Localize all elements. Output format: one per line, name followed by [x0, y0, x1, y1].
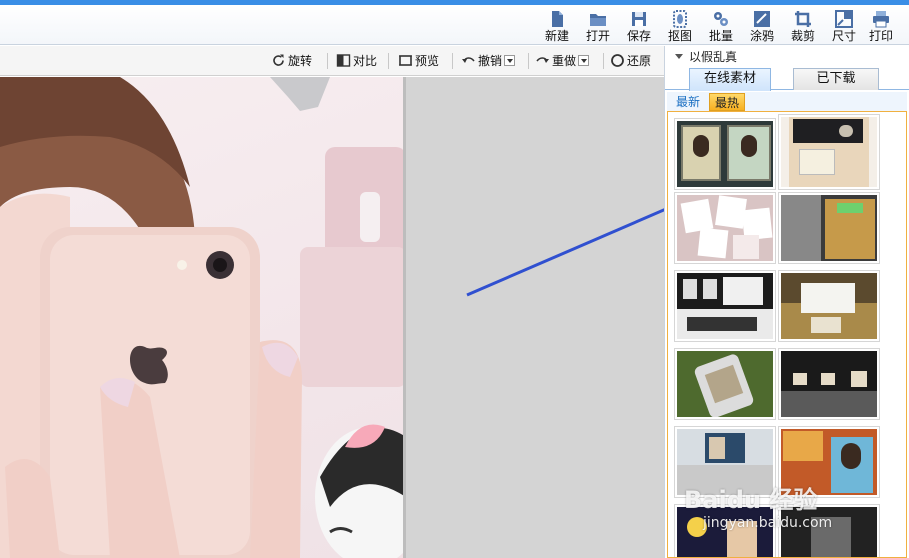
template-thumbnail[interactable] — [778, 348, 880, 420]
template-thumbnail[interactable] — [674, 270, 776, 342]
template-thumbnail[interactable] — [674, 348, 776, 420]
panel-tabs: 在线素材 已下载 — [665, 68, 909, 91]
baidu-watermark-url: jingyan.baidu.com — [703, 515, 833, 531]
template-thumbnail[interactable] — [778, 114, 880, 190]
tab-downloaded[interactable]: 已下载 — [793, 68, 879, 90]
template-thumbnail[interactable] — [674, 192, 776, 264]
subtab-hottest[interactable]: 最热 — [709, 93, 746, 111]
panel-header[interactable]: 以假乱真 — [665, 46, 909, 68]
sort-subtabs: 最新 最热 — [667, 92, 907, 112]
subtab-newest[interactable]: 最新 — [671, 93, 705, 111]
template-thumbnail[interactable] — [674, 118, 776, 190]
collapse-arrow-icon[interactable] — [675, 54, 683, 59]
tab-online-materials[interactable]: 在线素材 — [689, 68, 771, 91]
panel-title: 以假乱真 — [689, 50, 738, 64]
baidu-watermark: Baidu 经验 — [684, 486, 818, 514]
template-thumbnail[interactable] — [778, 192, 880, 264]
template-thumbnail[interactable] — [778, 270, 880, 342]
